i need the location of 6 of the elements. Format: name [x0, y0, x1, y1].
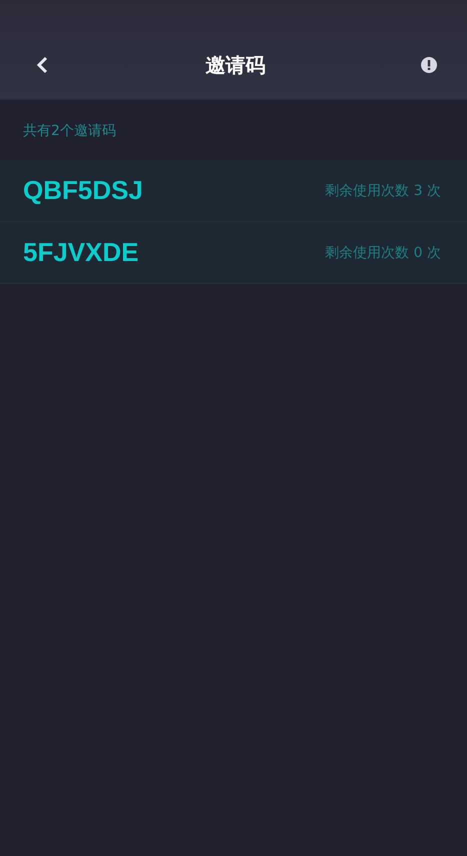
code-count-text: 共有2个邀请码: [22, 122, 117, 141]
invite-code: 5FJVXDE: [23, 237, 139, 268]
invite-code: QBF5DSJ: [23, 175, 143, 206]
page-title: 邀请码: [206, 52, 266, 79]
remaining-uses-text: 剩余使用次数 0 次: [325, 244, 441, 262]
remaining-uses-text: 剩余使用次数 3 次: [325, 182, 441, 200]
